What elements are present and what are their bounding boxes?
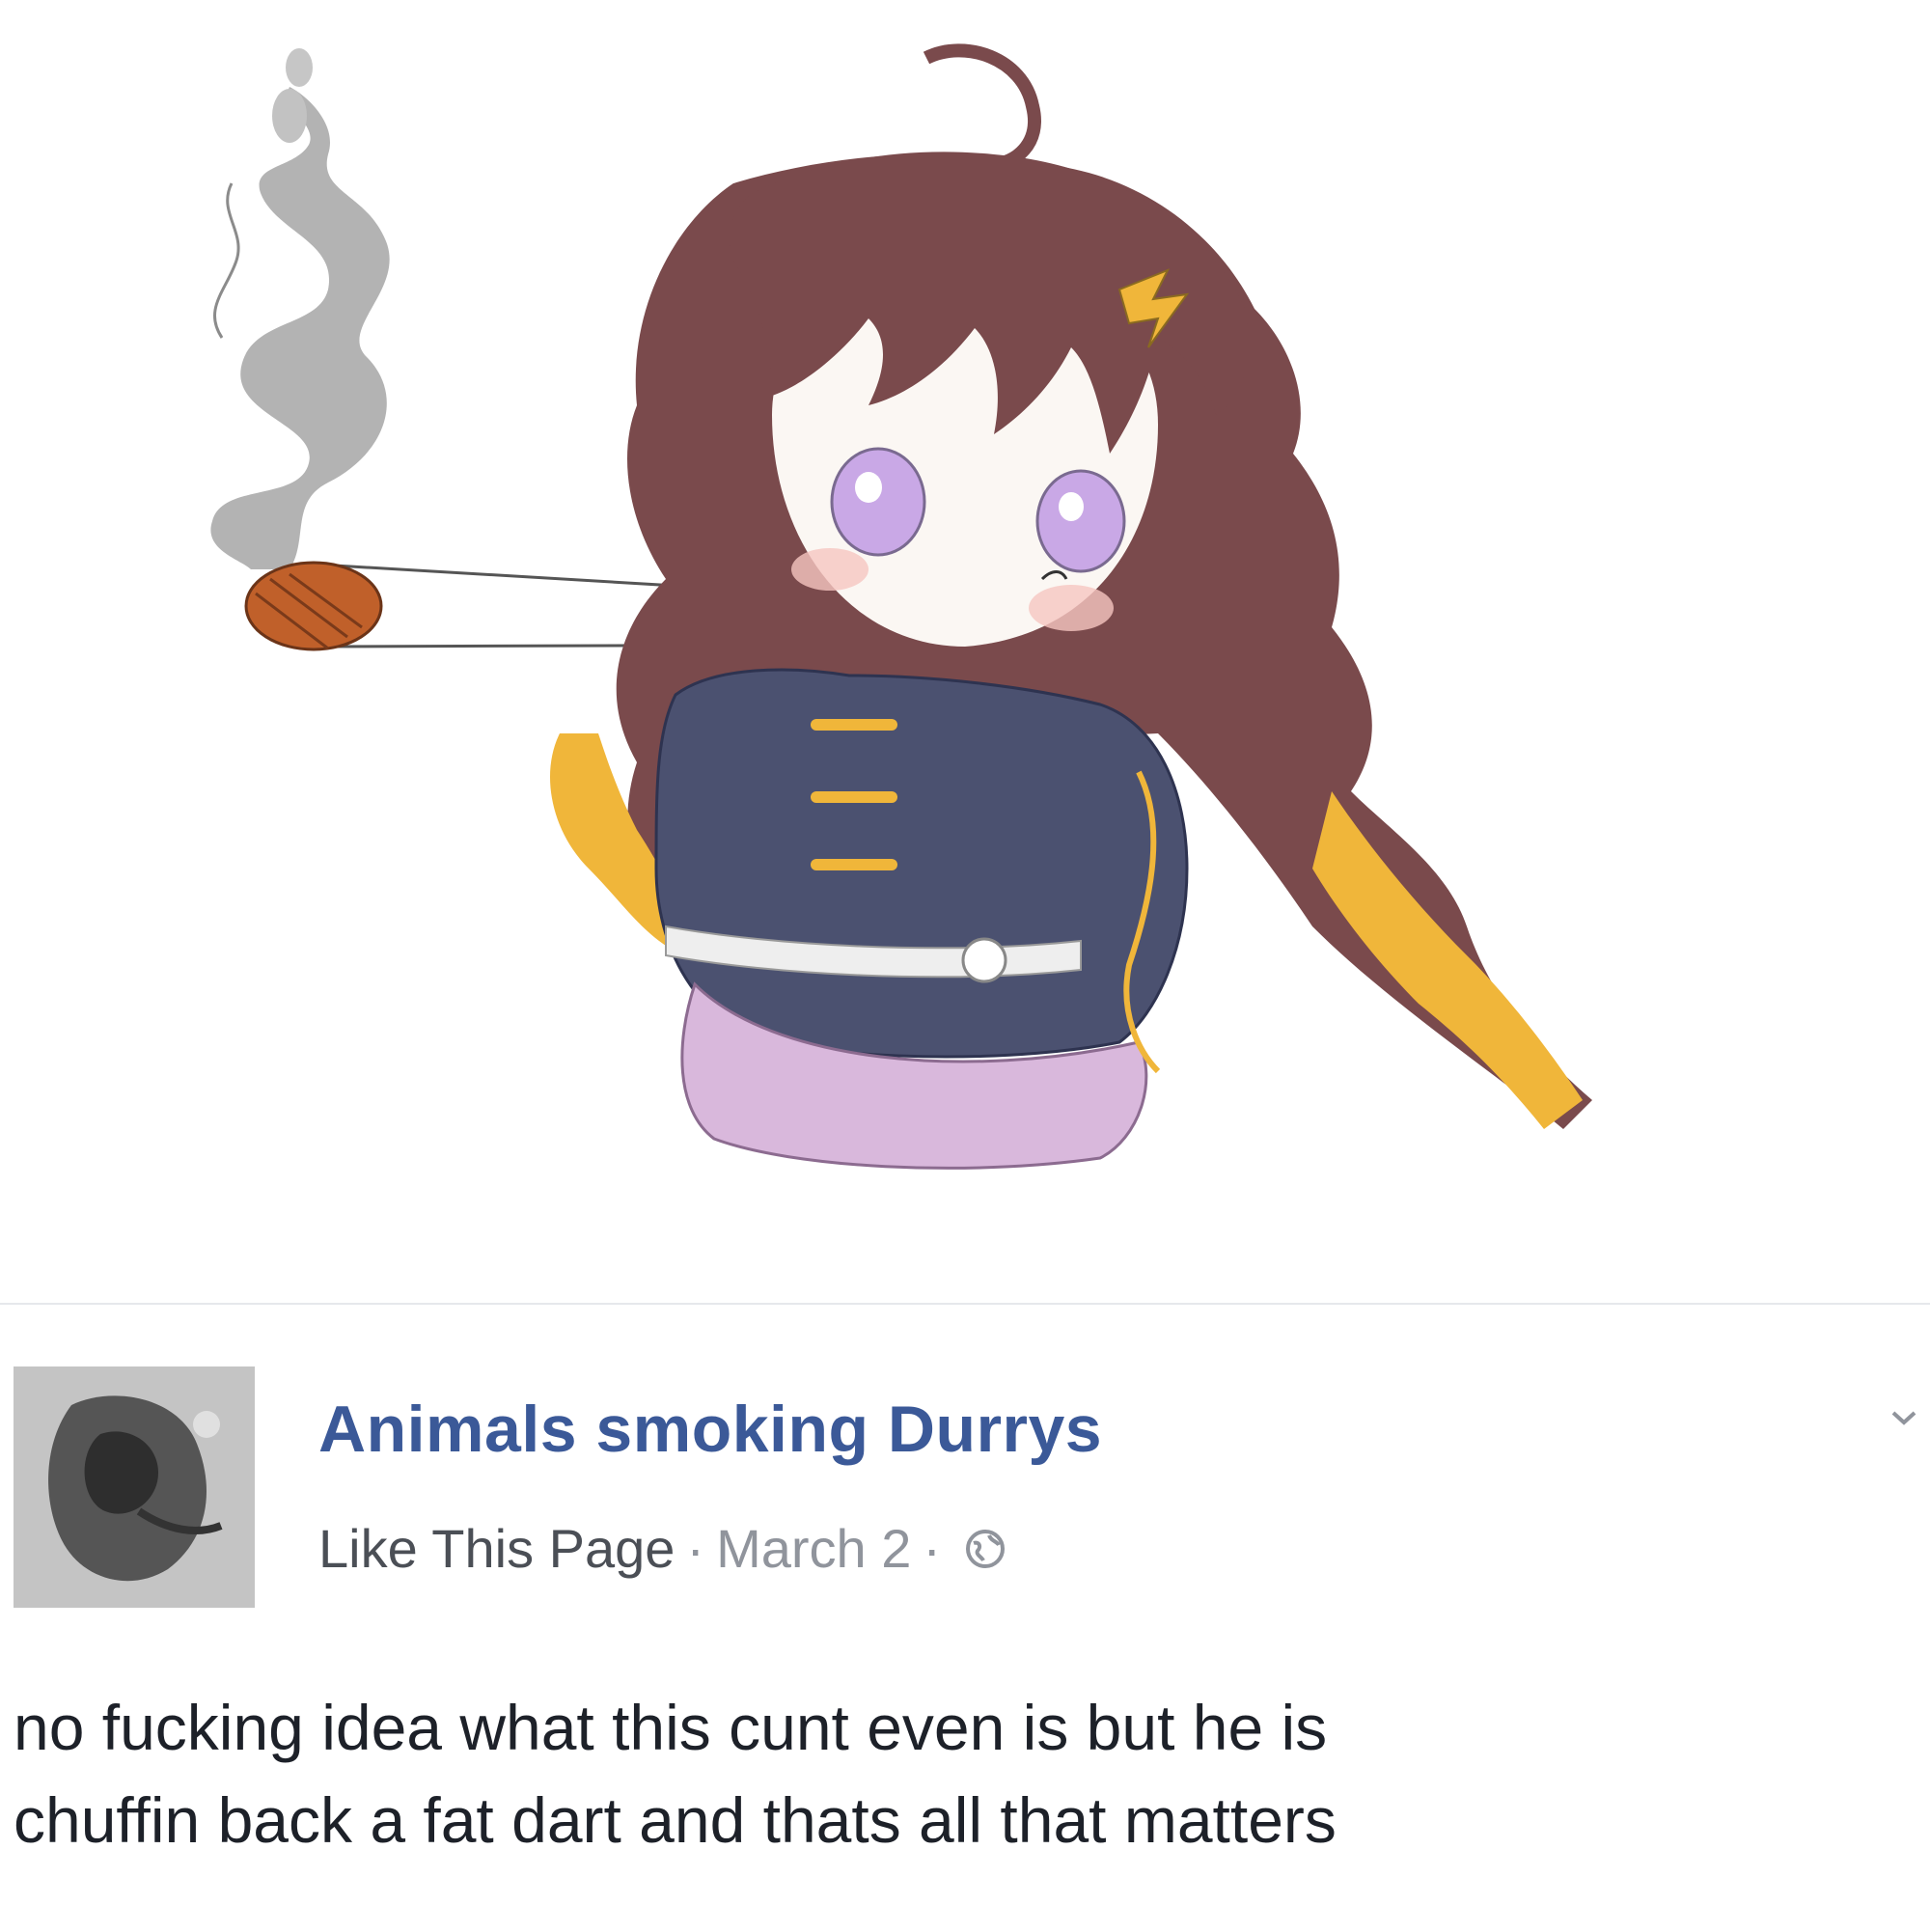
globe-icon[interactable] — [964, 1528, 1006, 1570]
post-image[interactable] — [0, 0, 1930, 1303]
page-avatar[interactable] — [14, 1366, 255, 1608]
post-text-line-2: chuffin back a fat dart and thats all th… — [14, 1784, 1337, 1856]
post-header: Animals smoking Durrys Like This Page · … — [0, 1305, 1930, 1623]
post-text-line-1: no fucking idea what this cunt even is b… — [14, 1692, 1328, 1763]
smoke-plume — [210, 48, 390, 569]
chevron-down-icon[interactable] — [1888, 1401, 1920, 1434]
page-name-link[interactable]: Animals smoking Durrys — [318, 1392, 1102, 1467]
post-card: Animals smoking Durrys Like This Page · … — [0, 1303, 1930, 1932]
meta-separator: · — [686, 1518, 705, 1579]
post-meta: Like This Page · March 2 · — [318, 1517, 1006, 1580]
meta-separator-2: · — [923, 1518, 942, 1579]
like-page-link[interactable]: Like This Page — [318, 1517, 675, 1580]
post-timestamp[interactable]: March 2 — [716, 1517, 911, 1580]
post-body-text: no fucking idea what this cunt even is b… — [14, 1681, 1905, 1866]
jacket — [654, 668, 1189, 1170]
